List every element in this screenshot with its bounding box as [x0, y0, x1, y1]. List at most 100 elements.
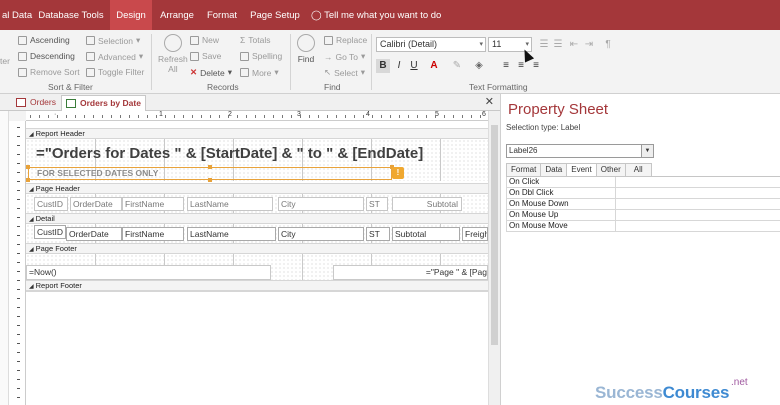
footer-page-textbox[interactable]: ="Page " & [Pag: [333, 265, 488, 280]
report-title-textbox[interactable]: ="Orders for Dates " & [StartDate] & " t…: [36, 145, 423, 162]
tab-external-data[interactable]: al Data: [0, 0, 32, 30]
tab-event[interactable]: Event: [566, 163, 597, 177]
detail-field-city[interactable]: City: [278, 227, 364, 241]
selection-handle[interactable]: [26, 178, 30, 182]
ruler-tick: [17, 316, 20, 317]
property-value[interactable]: [616, 199, 780, 209]
header-label-subtotal[interactable]: Subtotal: [392, 197, 462, 211]
header-label-lastname[interactable]: LastName: [187, 197, 273, 211]
detail-field-custid[interactable]: CustID: [34, 225, 66, 239]
navigation-pane-collapsed[interactable]: [0, 111, 9, 405]
descending-button[interactable]: Descending: [18, 51, 75, 61]
align-right-icon[interactable]: ≡: [529, 59, 543, 73]
property-row[interactable]: On Mouse Up: [506, 210, 780, 221]
more-button[interactable]: More ▾: [240, 67, 279, 78]
toggle-filter-button[interactable]: Toggle Filter: [86, 67, 144, 77]
refresh-all-button[interactable]: Refresh All: [158, 34, 188, 74]
binoculars-icon: [297, 34, 315, 52]
detail-field-freight[interactable]: Freigh: [462, 227, 488, 241]
paragraph-direction-icon[interactable]: ¶: [601, 38, 615, 52]
ascending-button[interactable]: Ascending: [18, 35, 70, 45]
vertical-scrollbar[interactable]: [488, 111, 500, 405]
tab-all[interactable]: All: [624, 163, 652, 176]
save-record-button[interactable]: Save: [190, 51, 221, 61]
property-value[interactable]: [616, 210, 780, 220]
underline-button[interactable]: U: [407, 59, 421, 73]
selection-handle[interactable]: [208, 165, 212, 169]
doc-tab-orders-by-date[interactable]: Orders by Date: [61, 95, 146, 111]
header-label-firstname[interactable]: FirstName: [122, 197, 184, 211]
tab-arrange[interactable]: Arrange: [157, 0, 197, 30]
property-value[interactable]: [616, 177, 780, 187]
fill-color-icon[interactable]: ◈: [472, 59, 486, 73]
new-record-button[interactable]: New: [190, 35, 219, 45]
bullets-icon[interactable]: ☰: [537, 38, 551, 52]
selection-handle[interactable]: [26, 165, 30, 169]
section-page-header[interactable]: Page Header: [26, 183, 488, 194]
report-design-surface[interactable]: Report Header ="Orders for Dates " & [St…: [26, 121, 488, 405]
header-label-custid[interactable]: CustID: [34, 197, 68, 211]
section-page-footer[interactable]: Page Footer: [26, 243, 488, 254]
section-report-footer[interactable]: Report Footer: [26, 280, 488, 291]
chevron-down-icon[interactable]: ▼: [641, 145, 653, 157]
header-label-orderdate[interactable]: OrderDate: [70, 197, 122, 211]
property-row[interactable]: On Mouse Down: [506, 199, 780, 210]
close-icon[interactable]: ✕: [485, 95, 494, 108]
spelling-button[interactable]: Spelling: [240, 51, 282, 61]
detail-field-lastname[interactable]: LastName: [187, 227, 276, 241]
section-report-header[interactable]: Report Header: [26, 128, 488, 139]
goto-button[interactable]: → Go To ▾: [324, 51, 365, 62]
property-row[interactable]: On Mouse Move: [506, 221, 780, 232]
property-value[interactable]: [616, 221, 780, 231]
group-separator: [151, 34, 152, 90]
select-button[interactable]: ↖ Select ▾: [324, 67, 365, 78]
numbering-icon[interactable]: ☰: [551, 38, 565, 52]
section-detail[interactable]: Detail: [26, 213, 488, 224]
decrease-indent-icon[interactable]: ⇤: [567, 38, 581, 52]
group-separator: [290, 34, 291, 90]
advanced-button[interactable]: Advanced ▾: [86, 51, 143, 62]
totals-button[interactable]: Σ Totals: [240, 35, 270, 45]
replace-button[interactable]: Replace: [324, 35, 367, 45]
tab-database-tools[interactable]: Database Tools: [38, 0, 104, 30]
tab-design[interactable]: Design: [110, 0, 152, 30]
doc-tab-orders[interactable]: Orders: [12, 95, 56, 111]
warning-icon[interactable]: !: [392, 167, 404, 179]
property-value[interactable]: [616, 188, 780, 198]
delete-button[interactable]: ✕ Delete ▾: [190, 67, 232, 78]
selection-button[interactable]: Selection ▾: [86, 35, 140, 46]
ruler-tick: [17, 208, 20, 209]
ruler-tick: [120, 115, 121, 118]
detail-field-subtotal[interactable]: Subtotal: [392, 227, 460, 241]
object-selector-dropdown[interactable]: Label26 ▼: [506, 144, 654, 158]
header-label-city[interactable]: City: [278, 197, 364, 211]
tab-format[interactable]: Format: [506, 163, 542, 176]
italic-button[interactable]: I: [392, 59, 406, 73]
detail-field-orderdate[interactable]: OrderDate: [66, 227, 122, 241]
tab-page-setup[interactable]: Page Setup: [247, 0, 303, 30]
report-selector[interactable]: [9, 111, 26, 121]
tab-format[interactable]: Format: [203, 0, 241, 30]
property-row[interactable]: On Click: [506, 177, 780, 188]
remove-sort-button[interactable]: Remove Sort: [18, 67, 80, 77]
tab-other[interactable]: Other: [595, 163, 626, 176]
detail-field-st[interactable]: ST: [366, 227, 390, 241]
find-button[interactable]: Find: [297, 34, 315, 64]
bold-button[interactable]: B: [376, 59, 390, 73]
font-name-dropdown[interactable]: Calibri (Detail) ▾: [376, 37, 486, 52]
header-label-st[interactable]: ST: [366, 197, 388, 211]
group-separator: [371, 34, 372, 90]
filter-button[interactable]: ter: [0, 56, 10, 66]
footer-now-textbox[interactable]: =Now(): [26, 265, 271, 280]
scrollbar-thumb[interactable]: [491, 125, 498, 345]
align-left-icon[interactable]: ≡: [499, 59, 513, 73]
font-color-icon[interactable]: A: [427, 59, 441, 73]
detail-field-firstname[interactable]: FirstName: [122, 227, 184, 241]
property-row[interactable]: On Dbl Click: [506, 188, 780, 199]
group-label-text-formatting: Text Formatting: [469, 82, 528, 92]
increase-indent-icon[interactable]: ⇥: [582, 38, 596, 52]
highlight-icon[interactable]: ✎: [450, 59, 464, 73]
tab-data[interactable]: Data: [540, 163, 568, 176]
tell-me-box[interactable]: ◯ Tell me what you want to do: [311, 0, 441, 30]
selection-handle[interactable]: [208, 178, 212, 182]
